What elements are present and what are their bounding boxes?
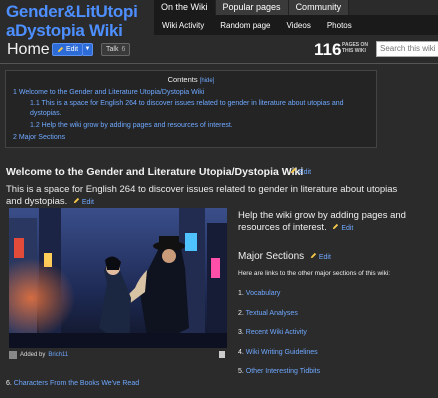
toc-item-2[interactable]: 2 Major Sections: [13, 134, 65, 141]
link-other-interesting-tidbits[interactable]: Other Interesting Tidbits: [246, 368, 320, 375]
tab-community[interactable]: Community: [288, 0, 350, 15]
intro-paragraph: This is a space for English 264 to disco…: [6, 184, 406, 209]
featured-image[interactable]: [9, 208, 227, 348]
subnav-videos[interactable]: Videos: [279, 21, 319, 30]
header-divider: [0, 63, 438, 64]
page-header: Home Edit ▼ Talk 6 116 PAGES ON THIS WIKI: [0, 38, 438, 62]
list-item: 2. Textual Analyses: [238, 310, 320, 330]
edit-button[interactable]: Edit: [52, 43, 84, 56]
avatar: [9, 350, 17, 359]
wiki-title[interactable]: Gender&LitUtopi aDystopia Wiki: [6, 2, 154, 40]
search-input[interactable]: [376, 41, 438, 57]
image-details-icon[interactable]: [219, 351, 225, 358]
toc-item-1-1[interactable]: 1.1 This is a space for English 264 to d…: [30, 99, 370, 119]
paragraph-edit-link[interactable]: Edit: [73, 197, 94, 206]
major-sections-intro: Here are links to the other major sectio…: [238, 270, 391, 277]
section-edit-label: Edit: [298, 169, 312, 176]
major-sections-edit-link[interactable]: Edit: [310, 252, 331, 261]
wiki-title-line1: Gender&LitUtopi: [6, 2, 138, 21]
tab-on-the-wiki[interactable]: On the Wiki: [154, 0, 216, 15]
caption-user-link[interactable]: Brich11: [48, 352, 68, 358]
page-count: 116: [314, 40, 342, 59]
pencil-icon: [290, 167, 297, 174]
dystopia-city-illustration: [9, 208, 227, 348]
subnav-random-page[interactable]: Random page: [212, 21, 278, 30]
link-recent-wiki-activity[interactable]: Recent Wiki Activity: [246, 329, 307, 336]
link-characters[interactable]: Characters From the Books We've Read: [14, 380, 139, 387]
toc-title: Contents: [167, 75, 198, 84]
pencil-icon: [310, 252, 317, 259]
major-sections-list: 1. Vocabulary 2. Textual Analyses 3. Rec…: [238, 290, 320, 388]
page-count-label: PAGES ON THIS WIKI: [342, 42, 369, 54]
image-caption: Added by Brich11: [9, 348, 227, 361]
toc-item-1[interactable]: 1 Welcome to the Gender and Literature U…: [13, 89, 204, 96]
list-item: 5. Other Interesting Tidbits: [238, 368, 320, 388]
tab-popular-pages[interactable]: Popular pages: [215, 0, 289, 15]
pencil-icon: [333, 223, 339, 230]
list-item-number: 6.: [6, 380, 12, 387]
edit-button-label: Edit: [66, 46, 79, 53]
list-item: 3. Recent Wiki Activity: [238, 329, 320, 349]
top-navigation: On the Wiki Popular pages Community Wiki…: [154, 0, 438, 35]
table-of-contents: Contents [hide] 1 Welcome to the Gender …: [5, 70, 377, 148]
section-heading-welcome: Welcome to the Gender and Literature Uto…: [6, 166, 304, 178]
pencil-icon: [57, 46, 64, 53]
page-title: Home: [7, 41, 50, 58]
major-sections-title: Major Sections: [238, 251, 305, 262]
list-item: 1. Vocabulary: [238, 290, 320, 310]
chevron-down-icon: ▼: [84, 46, 91, 52]
toc-item-1-2[interactable]: 1.2 Help the wiki grow by adding pages a…: [30, 122, 233, 129]
list-item-number: 5.: [238, 368, 244, 376]
right-column: Help the wiki grow by adding pages and r…: [238, 210, 438, 375]
list-item-number: 1.: [238, 290, 244, 297]
pencil-icon: [73, 197, 80, 204]
list-item-number: 2.: [238, 309, 244, 317]
help-text: Help the wiki grow by adding pages and r…: [238, 210, 406, 233]
paragraph-edit-label: Edit: [81, 199, 94, 206]
talk-button-label: Talk: [106, 46, 119, 53]
section-edit-link[interactable]: Edit: [290, 167, 311, 176]
subnav-wiki-activity[interactable]: Wiki Activity: [154, 21, 212, 30]
list-item: 4. Wiki Writing Guidelines: [238, 349, 320, 369]
talk-count: 6: [121, 46, 126, 53]
major-sections-heading: Major Sections Edit: [238, 251, 331, 262]
help-edit-link[interactable]: Edit: [332, 223, 354, 232]
edit-dropdown-button[interactable]: ▼: [82, 43, 93, 56]
subnav-photos[interactable]: Photos: [319, 21, 360, 30]
intro-text: This is a space for English 264 to disco…: [6, 184, 398, 207]
list-item-number: 4.: [238, 348, 244, 356]
link-vocabulary[interactable]: Vocabulary: [246, 290, 281, 297]
caption-prefix: Added by: [20, 351, 46, 358]
link-textual-analyses[interactable]: Textual Analyses: [246, 310, 298, 317]
list-item: 6. Characters From the Books We've Read: [6, 380, 139, 387]
toc-hide-link[interactable]: [hide]: [200, 78, 215, 84]
list-item-number: 3.: [238, 329, 244, 337]
major-sections-edit-label: Edit: [318, 254, 331, 261]
help-edit-label: Edit: [341, 225, 354, 232]
help-paragraph: Help the wiki grow by adding pages and r…: [238, 210, 438, 235]
talk-button[interactable]: Talk 6: [101, 43, 131, 56]
link-wiki-writing-guidelines[interactable]: Wiki Writing Guidelines: [246, 349, 318, 356]
